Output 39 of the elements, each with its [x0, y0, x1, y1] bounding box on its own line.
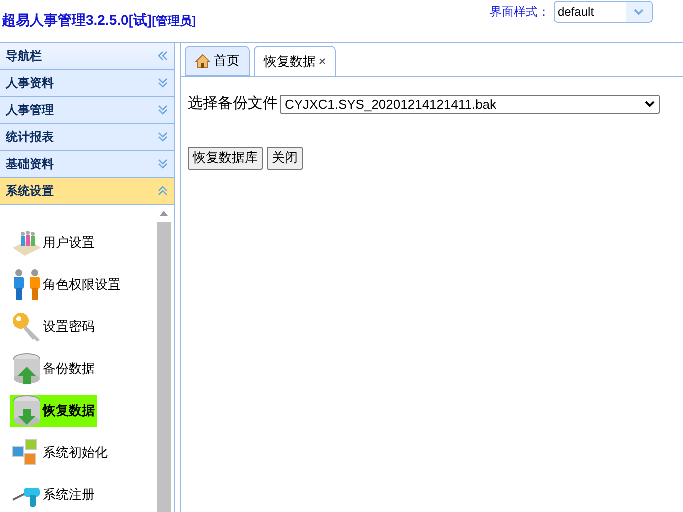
- file-select[interactable]: CYJXC1.SYS_20201214121411.bak: [280, 94, 660, 114]
- chevron-down-icon: [158, 105, 168, 115]
- section-header[interactable]: 人事资料: [0, 70, 174, 97]
- close-icon[interactable]: [319, 58, 326, 65]
- section-header[interactable]: 系统设置: [0, 178, 174, 205]
- nav-item[interactable]: 设置密码: [10, 311, 97, 343]
- key-icon: [10, 311, 42, 343]
- chevron-down-icon: [158, 78, 168, 88]
- app-title: 超易人事管理3.2.5.0[试]: [2, 11, 152, 30]
- section-header[interactable]: 人事管理: [0, 97, 174, 124]
- collapse-icon[interactable]: [158, 51, 168, 61]
- database-download-icon: [12, 395, 42, 427]
- nav-item[interactable]: 恢复数据: [10, 395, 97, 427]
- style-label: 界面样式：: [490, 4, 550, 21]
- nav-item[interactable]: 系统注册: [10, 479, 97, 511]
- nav-item[interactable]: 备份数据: [10, 353, 97, 385]
- style-select[interactable]: default: [554, 1, 653, 23]
- tab[interactable]: 恢复数据: [254, 46, 336, 77]
- tab[interactable]: 首页: [185, 46, 250, 76]
- chevron-down-icon: [634, 9, 644, 15]
- file-label: 选择备份文件: [188, 94, 278, 114]
- section-header[interactable]: 统计报表: [0, 124, 174, 151]
- section-header[interactable]: 基础资料: [0, 151, 174, 178]
- chevron-down-icon: [645, 101, 655, 108]
- nav-item[interactable]: 角色权限设置: [10, 269, 123, 301]
- nav-item[interactable]: 用户设置: [10, 227, 97, 259]
- user-role: [管理员]: [152, 13, 196, 30]
- house-icon: [195, 54, 211, 68]
- scrollbar[interactable]: [157, 205, 171, 512]
- sidebar-title: 导航栏: [6, 48, 42, 65]
- chevron-down-icon: [158, 159, 168, 169]
- scroll-up-icon[interactable]: [160, 211, 168, 216]
- chevron-up-icon: [158, 186, 168, 196]
- action-button[interactable]: 恢复数据库: [188, 146, 263, 170]
- action-button[interactable]: 关闭: [267, 146, 303, 170]
- database-upload-icon: [12, 353, 42, 385]
- chevron-down-icon: [158, 132, 168, 142]
- nav-item[interactable]: 系统初始化: [10, 437, 110, 469]
- people-icon: [10, 230, 42, 256]
